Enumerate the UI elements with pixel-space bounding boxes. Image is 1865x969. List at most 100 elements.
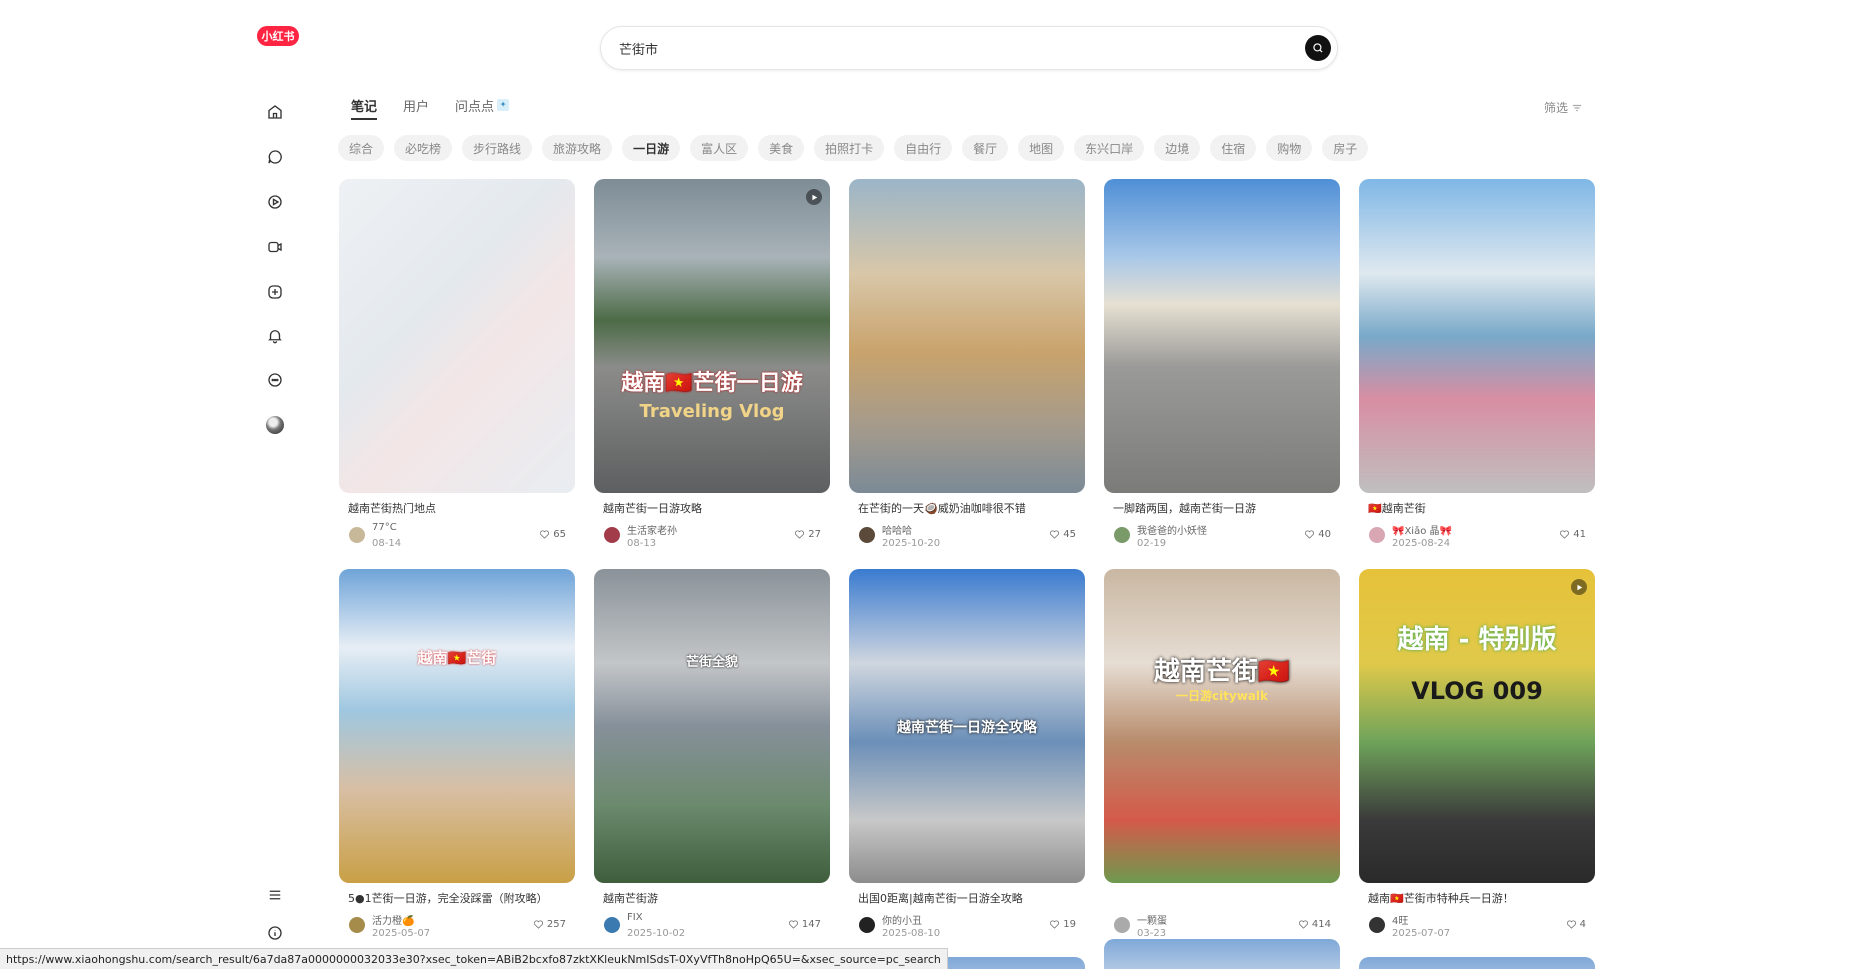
note-title[interactable]: 出国0距离|越南芒街一日游全攻略 bbox=[858, 890, 1078, 906]
filter-button[interactable]: 筛选 bbox=[1544, 99, 1582, 116]
note-title[interactable]: 在芒街的一天🥥威奶油咖啡很不错 bbox=[858, 500, 1078, 516]
like-button[interactable]: 27 bbox=[794, 529, 821, 540]
note-cover-image[interactable]: 越南🇻🇳芒街一日游 Traveling Vlog bbox=[594, 179, 830, 493]
left-gutter bbox=[0, 0, 255, 969]
author-avatar[interactable] bbox=[1114, 917, 1130, 933]
author-name[interactable]: FIX bbox=[627, 912, 643, 923]
like-button[interactable]: 45 bbox=[1049, 529, 1076, 540]
play-circle-icon[interactable] bbox=[263, 190, 287, 214]
note-title[interactable]: 5●1芒街一日游，完全没踩雷（附攻略） bbox=[348, 890, 568, 906]
author-avatar[interactable] bbox=[1369, 527, 1385, 543]
search-input[interactable] bbox=[619, 27, 1269, 69]
author-name[interactable]: 77°C bbox=[372, 522, 397, 533]
heart-icon bbox=[540, 530, 550, 539]
note-title[interactable]: 越南芒街热门地点 bbox=[348, 500, 568, 516]
note-cover-image[interactable] bbox=[339, 179, 575, 493]
like-count: 257 bbox=[546, 919, 566, 930]
menu-icon[interactable] bbox=[263, 883, 287, 907]
note-title[interactable]: 一脚踏两国，越南芒街一日游 bbox=[1113, 500, 1333, 516]
filter-chip[interactable]: 必吃榜 bbox=[394, 135, 453, 161]
search-button[interactable] bbox=[1305, 35, 1331, 61]
author-name[interactable]: 🎀Xiǎo 晶🎀 bbox=[1392, 522, 1452, 537]
publish-plus-icon[interactable] bbox=[263, 280, 287, 304]
note-date: 2025-08-10 bbox=[882, 928, 941, 939]
note-cover-image[interactable]: 越南芒街🇻🇳 一日游citywalk bbox=[1104, 569, 1340, 883]
note-cover-image[interactable]: 越南🇻🇳芒街 bbox=[339, 569, 575, 883]
note-cover-image[interactable]: 越南芒街一日游全攻略 bbox=[849, 569, 1085, 883]
like-button[interactable]: 414 bbox=[1298, 919, 1331, 930]
note-date: 08-14 bbox=[372, 538, 402, 549]
filter-chip[interactable]: 住宿 bbox=[1210, 135, 1257, 161]
filter-chip[interactable]: 步行路线 bbox=[462, 135, 533, 161]
filter-chip[interactable]: 购物 bbox=[1266, 135, 1313, 161]
home-icon[interactable] bbox=[263, 100, 287, 124]
author-name[interactable]: 生活家老孙 bbox=[627, 522, 677, 537]
author-name[interactable]: 4旺 bbox=[1392, 912, 1408, 927]
filter-chip[interactable]: 旅游攻略 bbox=[542, 135, 613, 161]
tab-ask[interactable]: 问点点 ✦ bbox=[455, 96, 510, 120]
note-cover-image[interactable] bbox=[1104, 939, 1340, 969]
like-button[interactable]: 65 bbox=[539, 529, 566, 540]
author-avatar[interactable] bbox=[604, 527, 620, 543]
message-icon[interactable] bbox=[263, 368, 287, 392]
note-cover-image[interactable]: 越南 - 特别版 VLOG 009 bbox=[1359, 569, 1595, 883]
author-avatar[interactable] bbox=[349, 527, 365, 543]
note-cover-image[interactable] bbox=[849, 179, 1085, 493]
user-avatar[interactable] bbox=[263, 413, 287, 437]
note-date: 02-19 bbox=[1137, 538, 1167, 549]
author-name[interactable]: 你的小丑 bbox=[882, 912, 922, 927]
filter-chip[interactable]: 边境 bbox=[1154, 135, 1201, 161]
info-icon[interactable] bbox=[263, 921, 287, 945]
filter-chip[interactable]: 一日游 bbox=[622, 135, 681, 161]
chat-bubble-icon[interactable] bbox=[263, 145, 287, 169]
author-avatar[interactable] bbox=[1369, 917, 1385, 933]
like-button[interactable]: 257 bbox=[533, 919, 566, 930]
author-name[interactable]: 我爸爸的小妖怪 bbox=[1137, 522, 1207, 537]
status-bar-url: https://www.xiaohongshu.com/search_resul… bbox=[0, 948, 948, 969]
like-count: 27 bbox=[808, 529, 821, 540]
filter-chip[interactable]: 综合 bbox=[338, 135, 385, 161]
bell-icon[interactable] bbox=[263, 324, 287, 348]
author-avatar[interactable] bbox=[859, 527, 875, 543]
note-date: 03-23 bbox=[1137, 928, 1167, 939]
like-button[interactable]: 4 bbox=[1566, 919, 1586, 930]
author-avatar[interactable] bbox=[604, 917, 620, 933]
filter-chip[interactable]: 地图 bbox=[1018, 135, 1065, 161]
tab-users[interactable]: 用户 bbox=[403, 96, 429, 120]
search-icon bbox=[1313, 43, 1323, 53]
note-cover-image[interactable]: 芒街全貌 bbox=[594, 569, 830, 883]
live-camera-icon[interactable] bbox=[263, 235, 287, 259]
heart-icon bbox=[1050, 920, 1060, 929]
author-avatar[interactable] bbox=[349, 917, 365, 933]
like-count: 19 bbox=[1063, 919, 1076, 930]
filter-chip[interactable]: 美食 bbox=[758, 135, 805, 161]
like-count: 147 bbox=[801, 919, 821, 930]
search-bar[interactable] bbox=[600, 26, 1338, 70]
note-cover-image[interactable] bbox=[1104, 179, 1340, 493]
filter-chip[interactable]: 房子 bbox=[1322, 135, 1369, 161]
tab-notes[interactable]: 笔记 bbox=[351, 96, 378, 120]
note-cover-image[interactable] bbox=[1359, 957, 1595, 969]
filter-chip[interactable]: 自由行 bbox=[894, 135, 953, 161]
author-name[interactable]: 一颗蛋 bbox=[1137, 912, 1167, 927]
author-name[interactable]: 哈哈哈 bbox=[882, 522, 912, 537]
like-button[interactable]: 40 bbox=[1304, 529, 1331, 540]
filter-chip[interactable]: 拍照打卡 bbox=[814, 135, 885, 161]
like-button[interactable]: 147 bbox=[788, 919, 821, 930]
note-title[interactable]: 🇻🇳越南芒街 bbox=[1368, 500, 1588, 516]
filter-chip[interactable]: 富人区 bbox=[690, 135, 749, 161]
author-avatar[interactable] bbox=[859, 917, 875, 933]
author-avatar[interactable] bbox=[1114, 527, 1130, 543]
like-button[interactable]: 19 bbox=[1049, 919, 1076, 930]
note-title[interactable]: 越南芒街一日游攻略 bbox=[603, 500, 823, 516]
filter-chip[interactable]: 餐厅 bbox=[962, 135, 1009, 161]
note-title[interactable]: 越南🇻🇳芒街市特种兵一日游！ bbox=[1368, 890, 1588, 906]
note-cover-image[interactable] bbox=[1359, 179, 1595, 493]
note-title[interactable]: 越南芒街游 bbox=[603, 890, 823, 906]
like-button[interactable]: 41 bbox=[1559, 529, 1586, 540]
like-count: 414 bbox=[1311, 919, 1331, 930]
heart-icon bbox=[1560, 530, 1570, 539]
author-name[interactable]: 活力橙🍊 bbox=[372, 912, 414, 927]
app-logo[interactable]: 小红书 bbox=[257, 26, 299, 46]
filter-chip[interactable]: 东兴口岸 bbox=[1074, 135, 1145, 161]
